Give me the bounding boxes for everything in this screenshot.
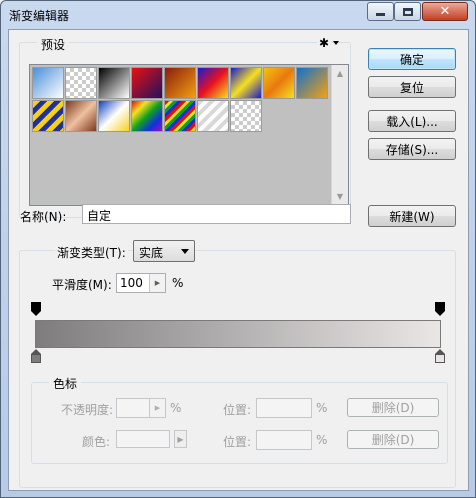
preset-swatch-list[interactable]: ▲ ▼ bbox=[29, 64, 349, 206]
gradient-editor-window: 渐变编辑器 ✕ 预设 ✱ ▲ ▼ 确定 复位 载入(L)... 存储(S)...… bbox=[0, 0, 476, 498]
minimize-icon bbox=[376, 13, 385, 16]
preset-swatch[interactable] bbox=[98, 100, 130, 132]
preset-swatch[interactable] bbox=[197, 67, 229, 99]
gear-icon[interactable]: ✱ bbox=[317, 36, 332, 50]
scroll-up-icon[interactable]: ▲ bbox=[332, 65, 348, 81]
minimize-button[interactable] bbox=[367, 2, 394, 21]
scroll-down-icon[interactable]: ▼ bbox=[332, 188, 348, 204]
opacity-label: 不透明度: bbox=[61, 403, 114, 417]
name-label: 名称(N): bbox=[20, 210, 67, 224]
ok-button[interactable]: 确定 bbox=[368, 48, 456, 70]
color-stop-left[interactable] bbox=[31, 349, 41, 363]
opacity-location-field[interactable] bbox=[256, 398, 312, 418]
reset-button[interactable]: 复位 bbox=[368, 76, 456, 98]
stepper-arrow-icon[interactable]: ▶ bbox=[149, 399, 165, 417]
presets-label: 预设 bbox=[37, 36, 70, 53]
preset-swatch[interactable] bbox=[65, 67, 97, 99]
preset-swatch[interactable] bbox=[131, 67, 163, 99]
color-location-label: 位置: bbox=[223, 435, 252, 449]
preset-swatch[interactable] bbox=[131, 100, 163, 132]
new-button[interactable]: 新建(W) bbox=[368, 205, 456, 227]
gradient-type-value: 实底 bbox=[139, 246, 164, 260]
color-stops-label: 色标 bbox=[49, 375, 82, 392]
preset-swatch[interactable] bbox=[32, 100, 64, 132]
preset-swatch[interactable] bbox=[230, 67, 262, 99]
color-stops-group bbox=[31, 382, 448, 464]
name-field[interactable]: 自定 bbox=[82, 204, 351, 224]
color-label: 颜色: bbox=[82, 435, 111, 449]
color-menu-arrow-icon[interactable]: ▶ bbox=[174, 430, 187, 448]
preset-swatch[interactable] bbox=[98, 67, 130, 99]
save-button[interactable]: 存储(S)... bbox=[368, 138, 456, 160]
opacity-stepper[interactable]: ▶ bbox=[116, 398, 166, 418]
chevron-down-icon bbox=[181, 249, 189, 254]
gradient-type-label: 渐变类型(T): bbox=[55, 244, 128, 261]
preset-swatch[interactable] bbox=[197, 100, 229, 132]
title-bar: 渐变编辑器 ✕ bbox=[1, 1, 475, 29]
opacity-unit: % bbox=[170, 401, 182, 415]
close-icon: ✕ bbox=[439, 4, 451, 19]
smoothness-stepper[interactable]: 100 ▶ bbox=[116, 273, 166, 293]
preset-scrollbar[interactable]: ▲ ▼ bbox=[331, 65, 348, 205]
presets-menu-arrow-icon[interactable] bbox=[333, 41, 339, 45]
dialog-client: 预设 ✱ ▲ ▼ 确定 复位 载入(L)... 存储(S)... 名称(N): … bbox=[8, 29, 469, 491]
maximize-icon bbox=[402, 7, 413, 16]
color-location-unit: % bbox=[316, 433, 328, 447]
opacity-location-label: 位置: bbox=[223, 403, 252, 417]
preset-swatch[interactable] bbox=[164, 100, 196, 132]
color-well[interactable] bbox=[116, 430, 170, 448]
preset-swatch[interactable] bbox=[263, 67, 295, 99]
smoothness-label: 平滑度(M): bbox=[52, 278, 112, 292]
delete-color-stop-button[interactable]: 删除(D) bbox=[347, 430, 439, 449]
opacity-stop-left[interactable] bbox=[31, 302, 41, 316]
load-button[interactable]: 载入(L)... bbox=[368, 110, 456, 132]
color-location-field[interactable] bbox=[256, 430, 312, 450]
preset-swatch[interactable] bbox=[296, 67, 328, 99]
preset-swatch[interactable] bbox=[32, 67, 64, 99]
preset-swatch[interactable] bbox=[65, 100, 97, 132]
stepper-arrow-icon[interactable]: ▶ bbox=[149, 274, 165, 292]
close-button[interactable]: ✕ bbox=[422, 2, 468, 21]
gradient-preview-bar[interactable] bbox=[35, 320, 441, 348]
window-title: 渐变编辑器 bbox=[9, 9, 70, 23]
opacity-location-unit: % bbox=[316, 401, 328, 415]
maximize-button[interactable] bbox=[394, 2, 421, 21]
gradient-type-select[interactable]: 实底 bbox=[133, 240, 195, 262]
delete-opacity-stop-button[interactable]: 删除(D) bbox=[347, 398, 439, 417]
smoothness-value: 100 bbox=[120, 276, 143, 290]
color-stop-right[interactable] bbox=[435, 349, 445, 363]
preset-swatch[interactable] bbox=[230, 100, 262, 132]
opacity-stop-right[interactable] bbox=[435, 302, 445, 316]
preset-swatch[interactable] bbox=[164, 67, 196, 99]
smoothness-unit: % bbox=[172, 276, 184, 290]
